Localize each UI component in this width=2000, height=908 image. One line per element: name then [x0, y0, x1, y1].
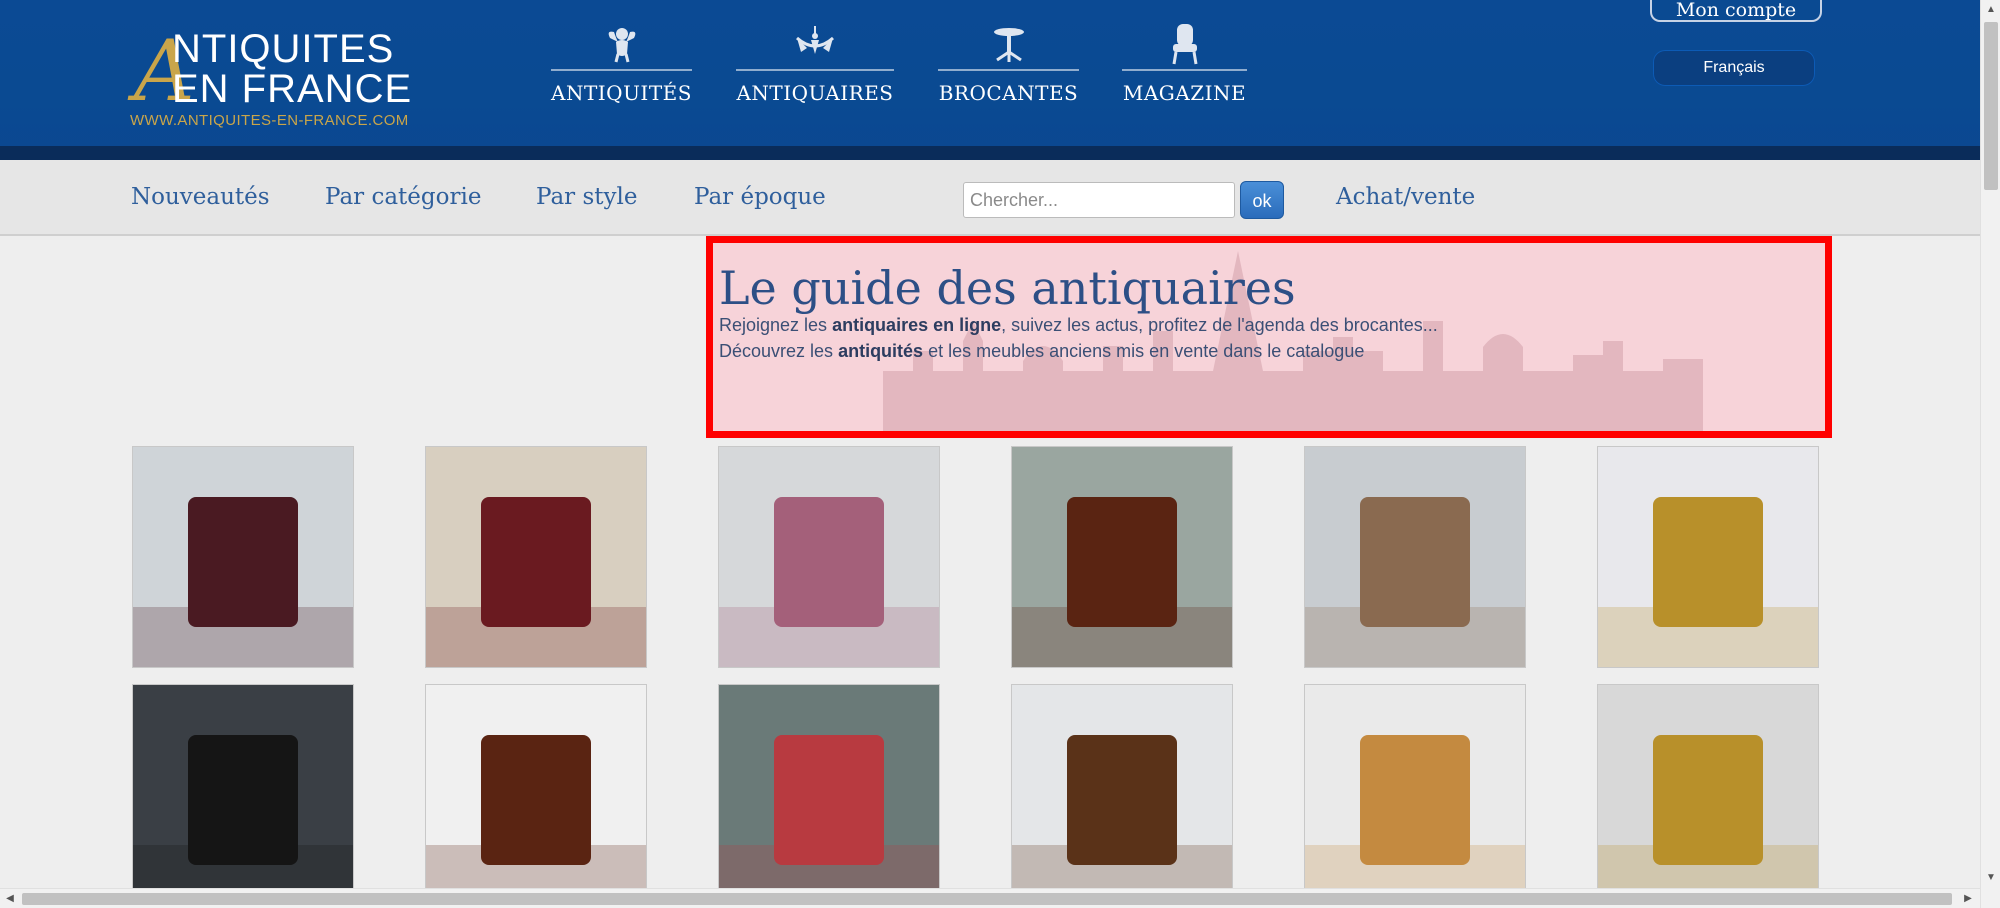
product-thumbnail-napoleon-iii-cabinet[interactable] [132, 684, 354, 906]
link-par-categorie[interactable]: Par catégorie [325, 184, 481, 210]
site-header: A NTIQUITES EN FRANCE WWW.ANTIQUITES-EN-… [0, 0, 1980, 160]
furniture-shape [188, 735, 298, 865]
scroll-left-icon[interactable]: ◀ [0, 889, 20, 908]
furniture-shape [1653, 735, 1763, 865]
nav-label: ANTIQUAIRES [736, 81, 894, 105]
language-selector[interactable]: Français [1653, 50, 1815, 86]
product-thumbnail-striped-sofa[interactable] [718, 684, 940, 906]
armchair-icon [1122, 22, 1247, 66]
nav-label: MAGAZINE [1122, 81, 1247, 105]
horizontal-scrollbar[interactable]: ◀ ▶ [0, 888, 1980, 908]
link-antiquites[interactable]: antiquités [838, 341, 923, 361]
guide-banner: Le guide des antiquaires Rejoignez les a… [706, 236, 1832, 438]
horizontal-scroll-thumb[interactable] [22, 893, 1952, 905]
secondary-nav: Nouveautés Par catégorie Par style Par é… [0, 160, 1980, 236]
product-image [1305, 685, 1525, 905]
furniture-shape [1067, 735, 1177, 865]
nav-antiquites[interactable]: ANTIQUITÉS [551, 22, 692, 108]
scroll-up-icon[interactable]: ▲ [1981, 0, 2000, 20]
product-thumbnail-gilded-mirror[interactable] [1597, 446, 1819, 668]
nav-label: ANTIQUITÉS [551, 81, 692, 105]
logo-line-2: EN FRANCE [172, 67, 413, 111]
furniture-shape [774, 735, 884, 865]
furniture-shape [774, 497, 884, 627]
link-par-epoque[interactable]: Par époque [694, 184, 826, 210]
guide-title: Le guide des antiquaires [719, 261, 1296, 315]
product-image [133, 685, 353, 905]
nav-magazine[interactable]: MAGAZINE [1122, 22, 1247, 108]
cherub-icon [551, 22, 692, 66]
nav-brocantes[interactable]: BROCANTES [938, 22, 1079, 108]
chandelier-icon [736, 22, 894, 66]
furniture-shape [1360, 497, 1470, 627]
product-thumbnail-bergere-and-footstool[interactable] [1304, 446, 1526, 668]
product-image [1598, 447, 1818, 667]
product-thumbnail-pink-velvet-chairs[interactable] [718, 446, 940, 668]
guide-line-1: Rejoignez les antiquaires en ligne, suiv… [719, 315, 1438, 335]
product-image [1012, 685, 1232, 905]
site-logo[interactable]: A NTIQUITES EN FRANCE WWW.ANTIQUITES-EN-… [130, 24, 450, 134]
link-par-style[interactable]: Par style [536, 184, 637, 210]
furniture-shape [1360, 735, 1470, 865]
scroll-down-icon[interactable]: ▼ [1981, 868, 2000, 888]
search-button[interactable]: ok [1240, 181, 1284, 219]
product-image [426, 447, 646, 667]
nav-antiquaires[interactable]: ANTIQUAIRES [736, 22, 894, 108]
product-image [1305, 447, 1525, 667]
product-thumbnail-pine-buffet[interactable] [1304, 684, 1526, 906]
guide-line-2: Découvrez les antiquités et les meubles … [719, 341, 1365, 361]
gueridon-table-icon [938, 22, 1079, 66]
product-thumbnail-bookcase[interactable] [1011, 684, 1233, 906]
search-input[interactable] [963, 182, 1235, 218]
logo-url: WWW.ANTIQUITES-EN-FRANCE.COM [130, 112, 409, 129]
product-thumbnail-gold-overmantel-mirror[interactable] [1597, 684, 1819, 906]
furniture-shape [481, 497, 591, 627]
product-image [1598, 685, 1818, 905]
link-achat-vente[interactable]: Achat/vente [1336, 184, 1475, 210]
header-stripe [0, 146, 1980, 160]
link-antiquaires-en-ligne[interactable]: antiquaires en ligne [832, 315, 1001, 335]
furniture-shape [188, 497, 298, 627]
product-thumbnail-rocking-chair[interactable] [132, 446, 354, 668]
nav-label: BROCANTES [938, 81, 1079, 105]
product-thumbnail-psyche-mirror[interactable] [425, 684, 647, 906]
account-button[interactable]: Mon compte [1650, 0, 1822, 22]
product-image [719, 447, 939, 667]
product-thumbnail-table-legs-on-rug[interactable] [425, 446, 647, 668]
main-content: Le guide des antiquaires Rejoignez les a… [0, 236, 1980, 906]
product-thumbnail-louis-xv-commode[interactable] [1011, 446, 1233, 668]
furniture-shape [1653, 497, 1763, 627]
scroll-right-icon[interactable]: ▶ [1958, 889, 1978, 908]
furniture-shape [481, 735, 591, 865]
vertical-scrollbar[interactable]: ▲ ▼ [1980, 0, 2000, 908]
vertical-scroll-thumb[interactable] [1984, 22, 1998, 190]
product-image [1012, 447, 1232, 667]
furniture-shape [1067, 497, 1177, 627]
product-image [133, 447, 353, 667]
product-image [426, 685, 646, 905]
logo-line-1: NTIQUITES [172, 27, 395, 71]
product-image [719, 685, 939, 905]
link-nouveautes[interactable]: Nouveautés [131, 184, 270, 210]
